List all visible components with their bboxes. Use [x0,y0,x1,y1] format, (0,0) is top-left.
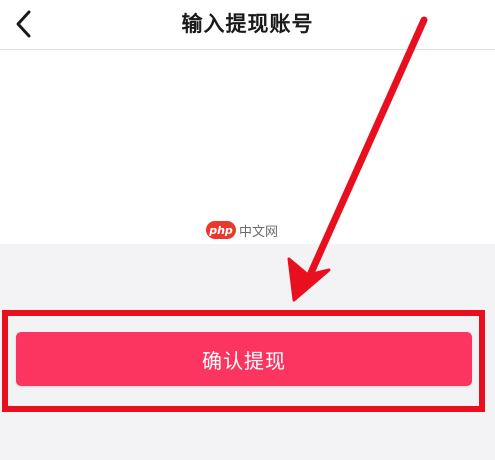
watermark-text: 中文网 [239,224,279,240]
screen: 输入提现账号 php 中文网 确认提现 [0,0,495,460]
form-area [0,50,495,244]
watermark-logo: php [206,221,236,239]
watermark: php 中文网 [206,218,278,242]
navigation-bar: 输入提现账号 [0,0,495,50]
page-title: 输入提现账号 [181,12,314,36]
highlight-box [2,310,485,412]
